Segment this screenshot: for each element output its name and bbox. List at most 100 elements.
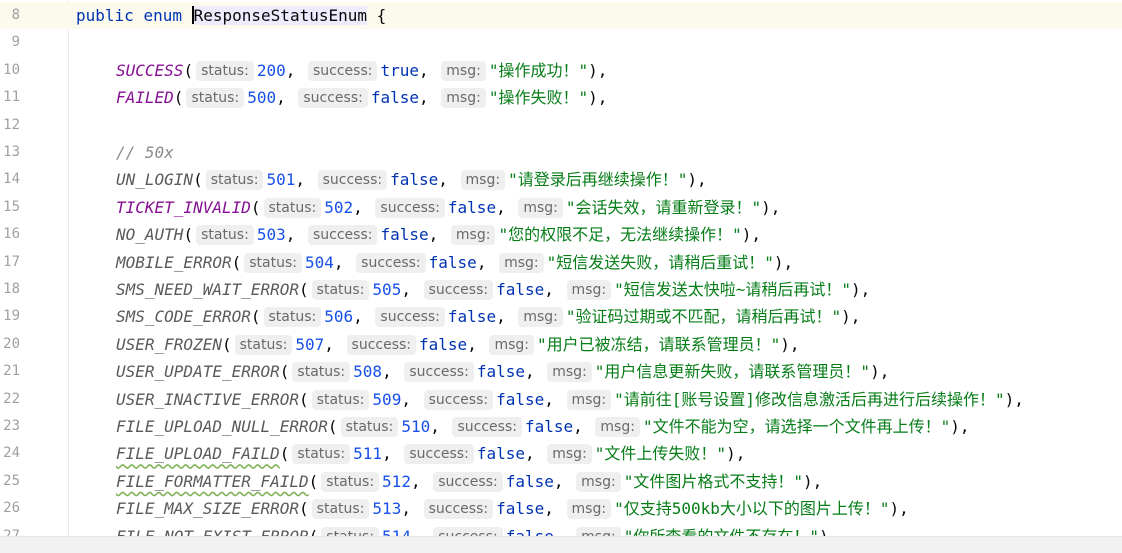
code-line[interactable]: MOBILE_ERROR(status: 504, success: false, … bbox=[76, 249, 1122, 276]
code-line[interactable]: TICKET_INVALID(status: 502, success: false… bbox=[76, 194, 1122, 221]
param-hint-status: status: bbox=[234, 334, 293, 355]
enum-constant-name[interactable]: FILE_UPLOAD_NULL_ERROR bbox=[116, 417, 328, 436]
status-code-value: 507 bbox=[295, 334, 325, 354]
code-line[interactable]: FAILED(status: 500, success: false, msg: "操… bbox=[76, 84, 1122, 111]
open-paren: ( bbox=[250, 197, 261, 217]
param-hint-msg: msg: bbox=[566, 280, 612, 300]
param-hint-status: status: bbox=[311, 280, 370, 300]
message-string: "请登录后再继续操作！" bbox=[508, 170, 688, 190]
code-line[interactable]: USER_UPDATE_ERROR(status: 508, success: fa… bbox=[76, 358, 1122, 385]
open-paren: ( bbox=[250, 307, 261, 327]
param-hint-success: success: bbox=[308, 225, 378, 246]
code-line[interactable]: FILE_MAX_SIZE_ERROR(status: 513, success:… bbox=[76, 495, 1122, 522]
param-hint-msg: msg: bbox=[566, 499, 612, 520]
comma: , bbox=[401, 389, 421, 409]
comma: , bbox=[496, 307, 516, 327]
code-line[interactable]: public enum ResponseStatusEnum { bbox=[76, 2, 1122, 29]
param-hint-status: status: bbox=[311, 499, 370, 520]
success-value: false bbox=[476, 444, 525, 464]
param-hint-success: success: bbox=[346, 334, 417, 355]
status-code-value: 512 bbox=[382, 471, 411, 491]
param-hint-status: status: bbox=[196, 225, 254, 246]
param-hint-msg: msg: bbox=[547, 444, 592, 465]
code-line[interactable]: SMS_CODE_ERROR(status: 506, success: false… bbox=[76, 303, 1122, 330]
success-value: false bbox=[496, 280, 545, 299]
success-value: false bbox=[505, 471, 554, 491]
status-code-value: 513 bbox=[372, 499, 402, 519]
code-line[interactable]: FILE_FORMATTER_FAILD(status: 512, success… bbox=[76, 468, 1122, 495]
horizontal-scrollbar[interactable] bbox=[0, 536, 1122, 553]
line-number: 24 bbox=[3, 445, 20, 462]
code-line[interactable]: SMS_NEED_WAIT_ERROR(status: 505, success:… bbox=[76, 276, 1122, 303]
param-hint-success: success: bbox=[433, 471, 503, 492]
line-number: 23 bbox=[3, 418, 20, 434]
enum-constant-name[interactable]: FILE_FORMATTER_FAILD bbox=[116, 472, 309, 491]
success-value: false bbox=[447, 307, 497, 327]
param-hint-status: status: bbox=[340, 417, 399, 437]
close-paren: ), bbox=[741, 225, 762, 245]
comma: , bbox=[544, 280, 564, 299]
open-paren: ( bbox=[231, 252, 242, 272]
comma: , bbox=[353, 197, 373, 217]
code-line[interactable] bbox=[76, 29, 1122, 56]
code-line[interactable]: USER_FROZEN(status: 507, success: false, m… bbox=[76, 331, 1122, 358]
enum-constant-name[interactable]: FILE_UPLOAD_FAILD bbox=[116, 444, 280, 463]
close-paren: ), bbox=[761, 197, 781, 217]
enum-constant-name[interactable]: FILE_MAX_SIZE_ERROR bbox=[116, 499, 299, 518]
line-number: 8 bbox=[11, 7, 20, 23]
enum-constant-name[interactable]: SUCCESS bbox=[116, 61, 183, 80]
comma: , bbox=[524, 444, 545, 464]
enum-constant-name[interactable]: FAILED bbox=[116, 88, 174, 107]
line-number: 18 bbox=[3, 281, 20, 297]
enum-constant-name[interactable]: SMS_CODE_ERROR bbox=[116, 307, 251, 326]
enum-constant-name[interactable]: NO_AUTH bbox=[116, 225, 183, 244]
enum-constant-name[interactable]: USER_UPDATE_ERROR bbox=[116, 362, 280, 381]
status-code-value: 506 bbox=[324, 307, 354, 327]
comma: , bbox=[544, 389, 564, 409]
status-code-value: 502 bbox=[324, 197, 354, 217]
code-row: 17 MOBILE_ERROR(status: 504, success: false… bbox=[0, 249, 1122, 276]
code-row: 25 FILE_FORMATTER_FAILD(status: 512, succe… bbox=[0, 468, 1122, 495]
close-paren: ), bbox=[588, 88, 608, 108]
code-line[interactable]: SUCCESS(status: 200, success: true, msg: "操… bbox=[76, 57, 1122, 84]
param-hint-status: status: bbox=[196, 60, 254, 81]
code-line[interactable] bbox=[76, 112, 1122, 139]
line-number: 21 bbox=[3, 363, 20, 380]
close-paren: ), bbox=[687, 170, 707, 190]
line-number: 20 bbox=[3, 335, 20, 352]
code-row: 16 NO_AUTH(status: 503, success: false, msg… bbox=[0, 221, 1122, 248]
message-string: "请前往[账号设置]修改信息激活后再进行后续操作！" bbox=[614, 389, 1005, 409]
param-hint-success: success: bbox=[423, 499, 494, 520]
status-code-value: 510 bbox=[401, 417, 431, 436]
enum-constant-name[interactable]: USER_INACTIVE_ERROR bbox=[116, 390, 299, 409]
line-number: 11 bbox=[3, 89, 20, 106]
open-paren: ( bbox=[299, 389, 309, 409]
keyword-enum: enum bbox=[143, 6, 182, 25]
code-row: 15 TICKET_INVALID(status: 502, success: fal… bbox=[0, 194, 1122, 221]
enum-constant-name[interactable]: MOBILE_ERROR bbox=[116, 253, 232, 272]
message-string: "操作成功！" bbox=[488, 60, 589, 80]
status-code-value: 200 bbox=[256, 60, 286, 80]
open-paren: ( bbox=[183, 60, 194, 80]
code-editor[interactable]: 8 public enum ResponseStatusEnum {9 12 13//… bbox=[0, 0, 1122, 553]
comma: , bbox=[382, 444, 402, 464]
code-row: 13 // 50x bbox=[0, 139, 1122, 166]
enum-constant-name[interactable]: TICKET_INVALID bbox=[116, 198, 251, 217]
param-hint-msg: msg: bbox=[576, 471, 621, 492]
code-line[interactable]: FILE_UPLOAD_FAILD(status: 511, success: fa… bbox=[76, 440, 1122, 467]
enum-class-name[interactable]: ResponseStatusEnum bbox=[193, 6, 367, 25]
code-line[interactable]: USER_INACTIVE_ERROR(status: 509, success:… bbox=[76, 386, 1122, 413]
param-hint-status: status: bbox=[292, 362, 351, 383]
code-row: 11 FAILED(status: 500, success: false, msg:… bbox=[0, 84, 1122, 111]
code-line[interactable]: NO_AUTH(status: 503, success: false, msg: "… bbox=[76, 221, 1122, 248]
enum-constant-name[interactable]: USER_FROZEN bbox=[116, 335, 222, 354]
code-row: 20 USER_FROZEN(status: 507, success: false,… bbox=[0, 331, 1122, 358]
enum-constant-name[interactable]: SMS_NEED_WAIT_ERROR bbox=[116, 280, 299, 299]
code-line[interactable]: FILE_UPLOAD_NULL_ERROR(status: 510, succe… bbox=[76, 413, 1122, 440]
line-number: 14 bbox=[3, 171, 20, 188]
code-line[interactable]: // 50x bbox=[76, 139, 1122, 166]
code-row: 9 bbox=[0, 29, 1122, 56]
code-line[interactable]: UN_LOGIN(status: 501, success: false, msg:… bbox=[76, 166, 1122, 193]
enum-constant-name[interactable]: UN_LOGIN bbox=[116, 170, 193, 189]
code-row: 14 UN_LOGIN(status: 501, success: false, ms… bbox=[0, 166, 1122, 193]
